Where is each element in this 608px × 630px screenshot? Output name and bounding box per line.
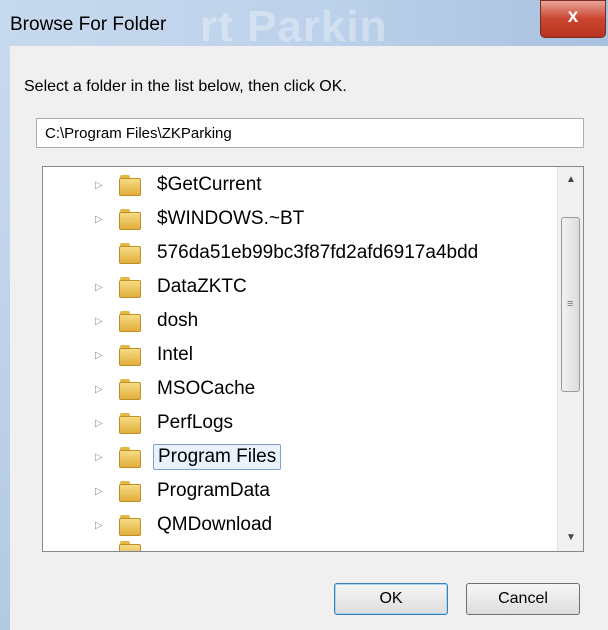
tree-item-label: dosh — [157, 310, 199, 331]
tree-item-label: $WINDOWS.~BT — [157, 208, 305, 229]
expand-arrow-icon[interactable]: ▷ — [95, 418, 103, 429]
folder-icon — [119, 277, 141, 299]
folder-icon — [119, 481, 141, 503]
cancel-button[interactable]: Cancel — [466, 583, 580, 615]
tree-item-label: ProgramData — [157, 480, 270, 501]
tree-item[interactable]: 576da51eb99bc3f87fd2afd6917a4bdd — [43, 237, 553, 271]
tree-item-label: DataZKTC — [157, 276, 247, 297]
expand-arrow-icon[interactable]: ▷ — [95, 520, 103, 531]
folder-icon — [119, 209, 141, 231]
expand-arrow-icon[interactable]: ▷ — [95, 486, 103, 497]
tree-item-label: MSOCache — [157, 378, 256, 399]
tree-item[interactable]: ▷ Intel — [43, 339, 553, 373]
expand-arrow-icon[interactable]: ▷ — [95, 214, 103, 225]
vertical-scrollbar[interactable]: ▲ ≡ ▼ — [557, 167, 583, 551]
expand-arrow-icon[interactable]: ▷ — [95, 384, 103, 395]
scroll-down-button[interactable]: ▼ — [558, 525, 583, 551]
scroll-thumb[interactable]: ≡ — [561, 217, 580, 392]
close-icon: x — [567, 6, 579, 27]
tree-item-label: $GetCurrent — [157, 174, 262, 195]
folder-tree[interactable]: ▷ $GetCurrent ▷ $WINDOWS.~BT 576da51eb99bc3f… — [42, 166, 584, 552]
folder-icon — [119, 175, 141, 197]
expand-arrow-icon[interactable]: ▷ — [95, 452, 103, 463]
background-watermark-text: rt Parkin — [200, 2, 388, 51]
tree-item[interactable]: ▷ dosh — [43, 305, 553, 339]
tree-item[interactable]: ▷ PerfLogs — [43, 407, 553, 441]
grip-icon: ≡ — [567, 298, 574, 310]
tree-item[interactable]: ▷ $GetCurrent — [43, 169, 553, 203]
title-bar[interactable]: rt Parkin Browse For Folder x — [0, 0, 608, 51]
window-title: Browse For Folder — [10, 14, 167, 35]
expand-arrow-icon[interactable]: ▷ — [95, 316, 103, 327]
tree-item-label: 576da51eb99bc3f87fd2afd6917a4bdd — [157, 242, 479, 263]
folder-icon — [119, 447, 141, 469]
folder-icon — [119, 515, 141, 537]
expand-arrow-icon[interactable]: ▷ — [95, 180, 103, 191]
tree-item[interactable]: ▷ DataZKTC — [43, 271, 553, 305]
tree-item[interactable]: ▷ ProgramData — [43, 475, 553, 509]
browse-for-folder-dialog: rt Parkin Browse For Folder x Select a f… — [0, 0, 608, 630]
folder-icon — [119, 413, 141, 435]
expand-arrow-icon[interactable]: ▷ — [95, 282, 103, 293]
close-button[interactable]: x — [540, 0, 606, 38]
partially-visible-row — [43, 539, 553, 551]
tree-item[interactable]: ▷ Program Files — [43, 441, 553, 475]
scroll-up-button[interactable]: ▲ — [558, 167, 583, 193]
folder-path-field[interactable]: C:\Program Files\ZKParking — [36, 118, 584, 148]
tree-item[interactable]: ▷ MSOCache — [43, 373, 553, 407]
instruction-text: Select a folder in the list below, then … — [24, 78, 347, 95]
tree-item-label: PerfLogs — [157, 412, 234, 433]
expand-arrow-icon[interactable]: ▷ — [95, 350, 103, 361]
tree-item[interactable]: ▷ QMDownload — [43, 509, 553, 543]
folder-icon — [119, 541, 141, 551]
tree-item-label: QMDownload — [157, 514, 273, 535]
tree-item[interactable]: ▷ $WINDOWS.~BT — [43, 203, 553, 237]
folder-icon — [119, 311, 141, 333]
tree-item-label: Intel — [157, 344, 193, 365]
ok-button[interactable]: OK — [334, 583, 448, 615]
folder-icon — [119, 379, 141, 401]
tree-item-label: Program Files — [153, 444, 282, 470]
folder-icon — [119, 345, 141, 367]
folder-icon — [119, 243, 141, 265]
